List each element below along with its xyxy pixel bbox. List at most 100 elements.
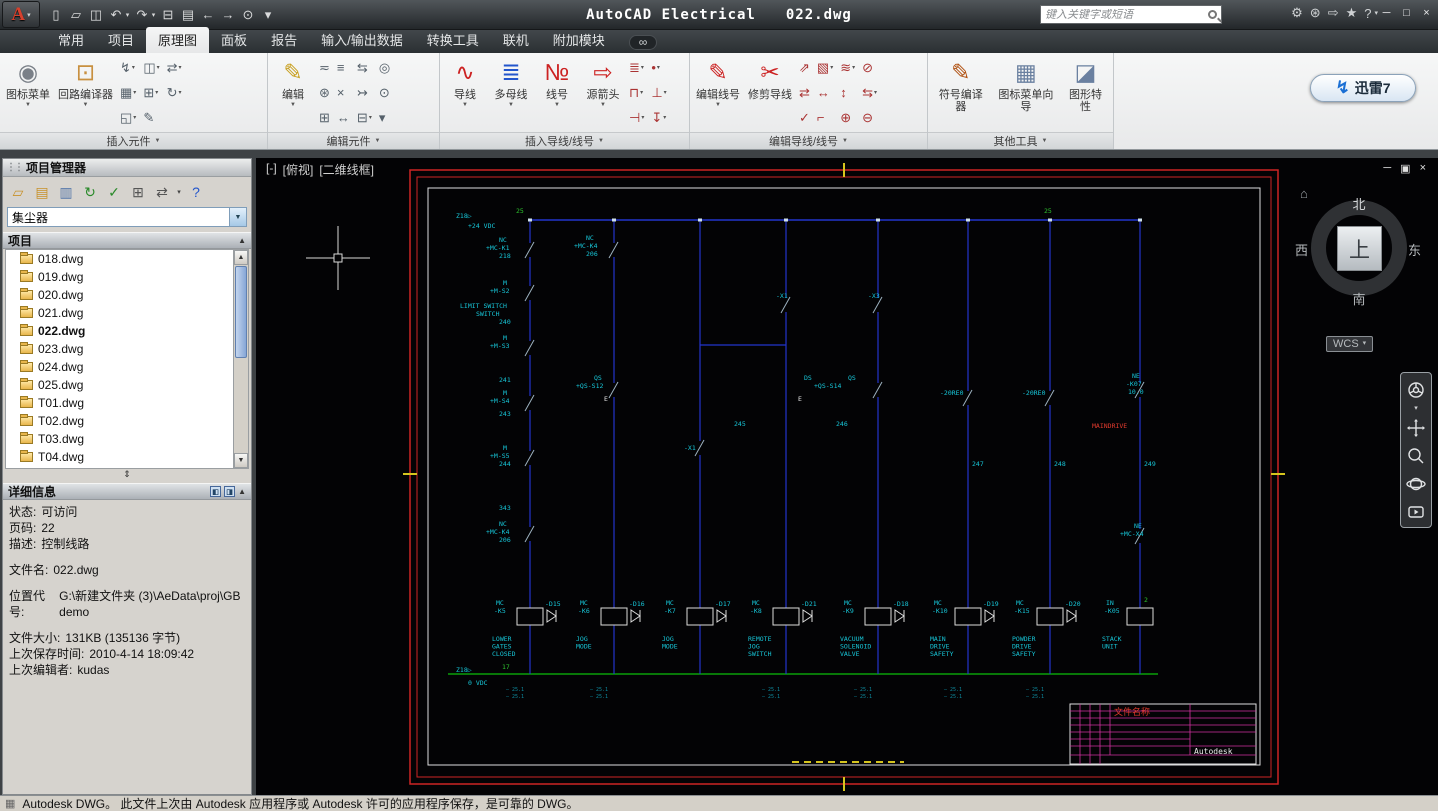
block-update-button[interactable]: ↻▾ xyxy=(165,80,184,105)
showmotion-icon[interactable] xyxy=(1403,499,1429,524)
ribbon-tab-5[interactable]: 输入/输出数据 xyxy=(309,27,415,53)
details-section-header[interactable]: 详细信息 ◧ ◨ ▲ xyxy=(3,483,251,500)
scroll-thumb[interactable] xyxy=(235,266,247,358)
ribbon-panel-1-footer[interactable]: 编辑元件▼ xyxy=(268,132,439,149)
open-project-icon[interactable]: ▱ xyxy=(7,182,29,202)
application-menu-button[interactable]: A ▾ xyxy=(2,1,40,28)
new-file-icon[interactable]: ▯ xyxy=(46,3,66,26)
save-icon[interactable]: ◫ xyxy=(86,3,106,26)
more-edit-button[interactable]: ▾ xyxy=(377,105,392,130)
panel-list-button[interactable]: ◫▾ xyxy=(141,55,161,80)
viewcube[interactable]: ⌂ 北 南 西 东 上 WCS ▾ xyxy=(1302,190,1416,356)
ribbon-tab-6[interactable]: 转换工具 xyxy=(415,27,491,53)
delete-wireno-button[interactable]: ⊘ xyxy=(860,55,879,80)
ribbon-tab-7[interactable]: 联机 xyxy=(491,27,541,53)
reverse-component-button[interactable]: ⇆ xyxy=(355,55,374,80)
pan-icon[interactable] xyxy=(1403,415,1429,440)
viewcube-south-label[interactable]: 南 xyxy=(1352,289,1365,308)
ribbon-tab-8[interactable]: 附加模块 xyxy=(541,27,617,53)
ribbon-panel-0-footer[interactable]: 插入元件▼ xyxy=(0,132,267,149)
drawing-properties-button[interactable]: ◪图形特性 xyxy=(1061,55,1110,130)
zoom-icon[interactable] xyxy=(1403,443,1429,468)
internal-jumper-button[interactable]: ≂ xyxy=(317,55,332,80)
stretch-wire-button[interactable]: ↔ xyxy=(815,80,835,105)
file-item-025[interactable]: 025.dwg xyxy=(6,376,248,394)
bend-wire-button[interactable]: ⌐ xyxy=(815,105,835,130)
align-component-button[interactable]: ≡ xyxy=(335,55,352,80)
source-arrow-button[interactable]: ⇨源箭头▼ xyxy=(581,55,625,130)
search-icon[interactable] xyxy=(1208,10,1217,19)
full-navigation-wheel-icon[interactable] xyxy=(1403,377,1429,402)
circuit-builder-button[interactable]: ⊡回路编译器▼ xyxy=(55,55,116,130)
viewport-menu-control[interactable]: [-] xyxy=(266,161,277,178)
wire-number-button[interactable]: №线号▼ xyxy=(535,55,579,130)
icon-builder-button[interactable]: ▦▾ xyxy=(118,80,138,105)
viewcube-home-icon[interactable]: ⌂ xyxy=(1300,186,1308,201)
details-collapse-icon[interactable]: ▲ xyxy=(238,487,246,496)
details-pane-button-2[interactable]: ◨ xyxy=(224,486,235,497)
project-manager-titlebar[interactable]: ⋮⋮ 项目管理器 xyxy=(3,159,251,177)
user-circuit-button[interactable]: ◱▾ xyxy=(118,105,138,130)
projects-section-header[interactable]: 项目 ▲ xyxy=(3,232,251,249)
viewcube-west-label[interactable]: 西 xyxy=(1295,240,1308,259)
minimize-button[interactable]: ─ xyxy=(1379,5,1394,20)
favorites-icon[interactable]: ★ xyxy=(1346,5,1358,21)
ribbon-panel-4-footer[interactable]: 其他工具▼ xyxy=(928,132,1113,149)
toggle-angle-button[interactable]: ⇗ xyxy=(797,55,812,80)
file-item-T03[interactable]: T03.dwg xyxy=(6,430,248,448)
file-item-T04[interactable]: T04.dwg xyxy=(6,448,248,466)
trim-wire-button[interactable]: ✂修剪导线 xyxy=(745,55,795,130)
circuit-scale-button[interactable]: ◎ xyxy=(377,55,392,80)
ribbon-tab-4[interactable]: 报告 xyxy=(259,27,309,53)
icon-menu-button[interactable]: ◉图标菜单▼ xyxy=(3,55,53,130)
circuit-clipboard-button[interactable]: ⊞▾ xyxy=(141,80,161,105)
wire-gap-button[interactable]: ⊣▾ xyxy=(627,105,646,130)
help-icon-dropdown[interactable]: ▾ xyxy=(1374,9,1378,17)
retag-components-button[interactable]: ⊙ xyxy=(377,80,392,105)
scoot-button[interactable]: ↣ xyxy=(355,80,374,105)
a360-icon[interactable]: ∞ xyxy=(629,35,658,50)
move-wireno-button[interactable]: ↕ xyxy=(838,80,857,105)
sync-icon[interactable]: ⇄ xyxy=(151,182,173,202)
file-item-021[interactable]: 021.dwg xyxy=(6,304,248,322)
panel-splitter[interactable]: ⇕ xyxy=(3,469,251,480)
project-selector-dropdown-icon[interactable]: ▼ xyxy=(229,208,246,226)
drawing-restore-button[interactable]: ▣ xyxy=(1400,162,1410,175)
sheet-set-icon[interactable]: ▤ xyxy=(178,3,198,26)
wire-arrow-button[interactable]: ↧▾ xyxy=(649,105,668,130)
file-item-022[interactable]: 022.dwg xyxy=(6,322,248,340)
dot-tee-button[interactable]: •▾ xyxy=(649,55,668,80)
edit-component-button[interactable]: ✎编辑▼ xyxy=(271,55,315,130)
communication-center-icon[interactable]: ⊛ xyxy=(1310,5,1321,21)
multiple-insert-button[interactable]: ↯▾ xyxy=(118,55,138,80)
swap-update-button[interactable]: ⇄▾ xyxy=(165,55,184,80)
projects-collapse-icon[interactable]: ▲ xyxy=(238,236,246,245)
check-wire-button[interactable]: ✓ xyxy=(797,105,812,130)
copy-wireno-button[interactable]: ⊕ xyxy=(838,105,857,130)
close-button[interactable]: × xyxy=(1419,5,1434,20)
viewport-view-control[interactable]: [俯视] xyxy=(283,161,314,178)
delete-component-button[interactable]: × xyxy=(335,80,352,105)
file-item-019[interactable]: 019.dwg xyxy=(6,268,248,286)
ribbon-tab-1[interactable]: 项目 xyxy=(96,27,146,53)
drawing-close-button[interactable]: × xyxy=(1420,162,1426,175)
maximize-button[interactable]: □ xyxy=(1399,5,1414,20)
orbit-icon[interactable] xyxy=(1403,471,1429,496)
attribute-edit-button[interactable]: ✎ xyxy=(141,105,161,130)
edit-wire-number-button[interactable]: ✎编辑线号▼ xyxy=(693,55,743,130)
back-icon[interactable]: ← xyxy=(198,3,218,26)
pm-help-icon[interactable]: ? xyxy=(185,182,207,202)
help-icon[interactable]: ? xyxy=(1364,6,1371,21)
sync-icon-dropdown[interactable]: ▾ xyxy=(175,182,183,202)
signin-icon[interactable]: ⇨ xyxy=(1328,5,1339,21)
scroll-up-icon[interactable]: ▲ xyxy=(234,250,248,265)
viewcube-north-label[interactable]: 北 xyxy=(1352,194,1365,213)
file-item-T02[interactable]: T02.dwg xyxy=(6,412,248,430)
file-list-scrollbar[interactable]: ▲ ▼ xyxy=(233,250,248,468)
new-project-icon[interactable]: ▤ xyxy=(31,182,53,202)
file-item-T01[interactable]: T01.dwg xyxy=(6,394,248,412)
plot-icon[interactable]: ⊟ xyxy=(158,3,178,26)
redo-icon-dropdown[interactable]: ▾ xyxy=(149,3,158,26)
task-check-icon[interactable]: ✓ xyxy=(103,182,125,202)
scroll-down-icon[interactable]: ▼ xyxy=(234,453,248,468)
